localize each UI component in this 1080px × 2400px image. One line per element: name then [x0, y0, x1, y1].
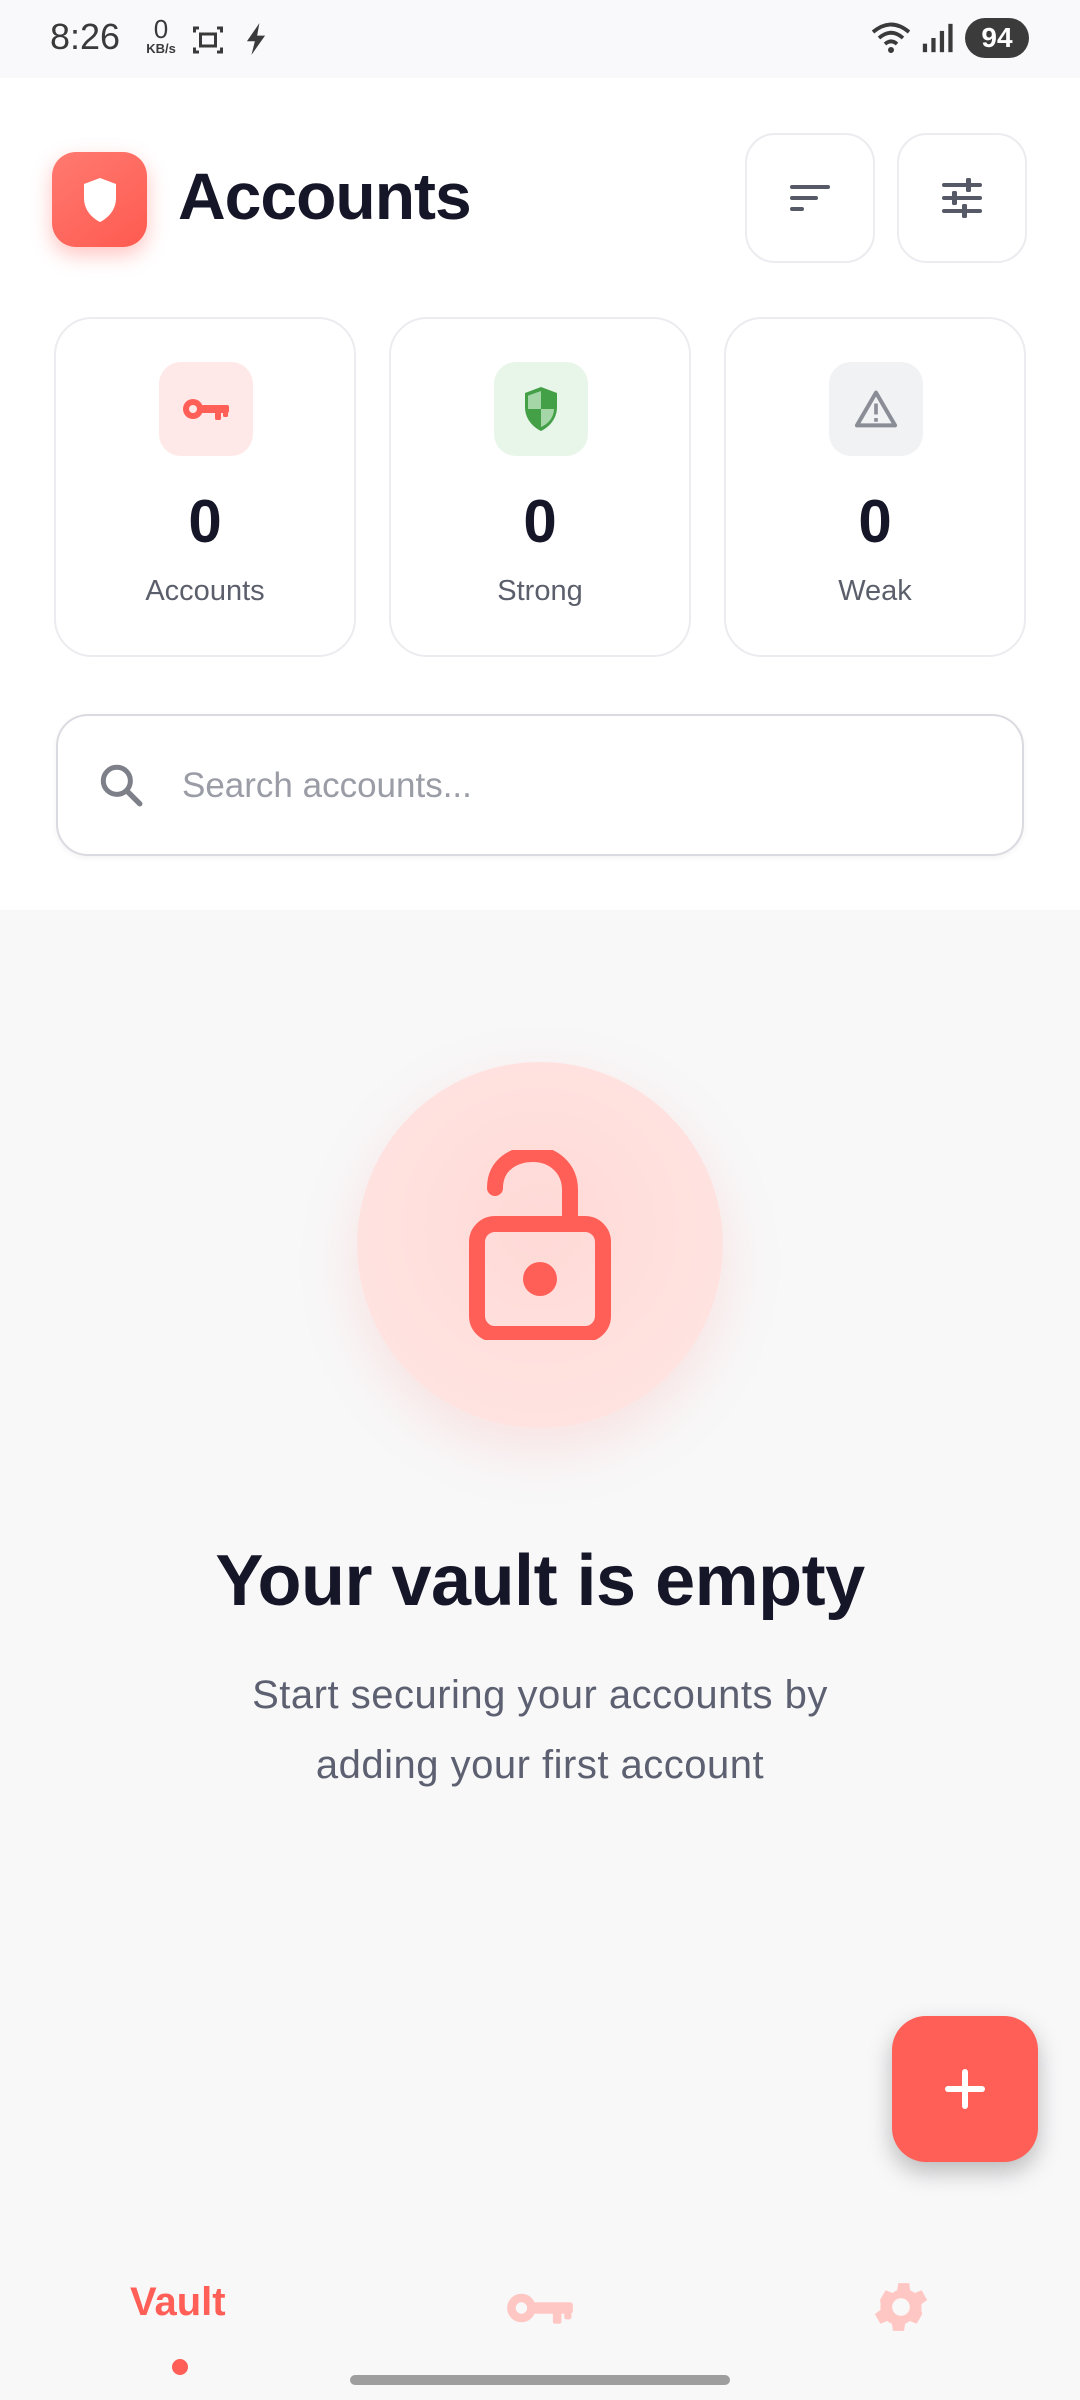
stat-value: 0 — [188, 488, 222, 555]
key-icon — [507, 2293, 573, 2324]
stat-icon-box — [494, 362, 588, 456]
stat-value: 0 — [858, 488, 892, 555]
screenshot-icon — [193, 26, 223, 54]
filter-button[interactable] — [897, 133, 1027, 263]
home-indicator — [350, 2375, 730, 2385]
key-icon — [183, 399, 229, 420]
search-box[interactable] — [56, 714, 1024, 856]
app-screen: 8:26 0 KB/s 94 Accounts 0 Accounts 0 Str… — [0, 0, 1080, 2400]
shield-icon — [83, 177, 116, 222]
empty-state-title: Your vault is empty — [215, 1541, 865, 1621]
nav-item-generator[interactable] — [470, 2240, 610, 2350]
search-input[interactable] — [182, 746, 982, 826]
stat-icon-box — [159, 362, 253, 456]
nav-vault-label: Vault — [130, 2280, 226, 2324]
wifi-icon — [871, 22, 911, 53]
tune-icon — [942, 178, 982, 218]
status-time: 8:26 — [50, 16, 121, 57]
stat-card-weak: 0 Weak — [724, 317, 1026, 657]
stat-card-accounts: 0 Accounts — [54, 317, 356, 657]
net-speed-value: 0 — [153, 14, 169, 44]
unlocked-lock-icon — [469, 1150, 611, 1340]
nav-active-indicator — [172, 2359, 188, 2375]
empty-state-illustration — [357, 1062, 723, 1428]
add-account-button[interactable] — [892, 2016, 1038, 2162]
gear-icon — [874, 2283, 928, 2331]
signal-icon — [922, 23, 953, 53]
page-title: Accounts — [178, 159, 472, 233]
status-bar: 8:26 0 KB/s 94 — [0, 0, 1080, 78]
app-logo — [52, 152, 147, 247]
stat-icon-box — [829, 362, 923, 456]
flash-icon — [246, 23, 266, 55]
net-speed-unit: KB/s — [146, 41, 176, 56]
empty-state-subtitle: Start securing your accounts by adding y… — [252, 1673, 828, 1787]
stat-label: Accounts — [145, 575, 265, 607]
stat-card-strong: 0 Strong — [389, 317, 691, 657]
plus-icon — [945, 2069, 985, 2109]
search-icon — [100, 764, 143, 807]
stat-value: 0 — [523, 488, 557, 555]
warning-icon — [854, 390, 898, 428]
battery-indicator: 94 — [965, 18, 1029, 58]
net-speed-indicator: 0 KB/s — [140, 16, 182, 56]
sort-icon — [790, 185, 830, 211]
stat-label: Strong — [497, 575, 583, 607]
nav-item-vault[interactable]: Vault — [100, 2240, 260, 2375]
stat-label: Weak — [838, 575, 912, 607]
nav-item-settings[interactable] — [830, 2240, 970, 2350]
shield-check-icon — [525, 387, 557, 431]
sort-button[interactable] — [745, 133, 875, 263]
